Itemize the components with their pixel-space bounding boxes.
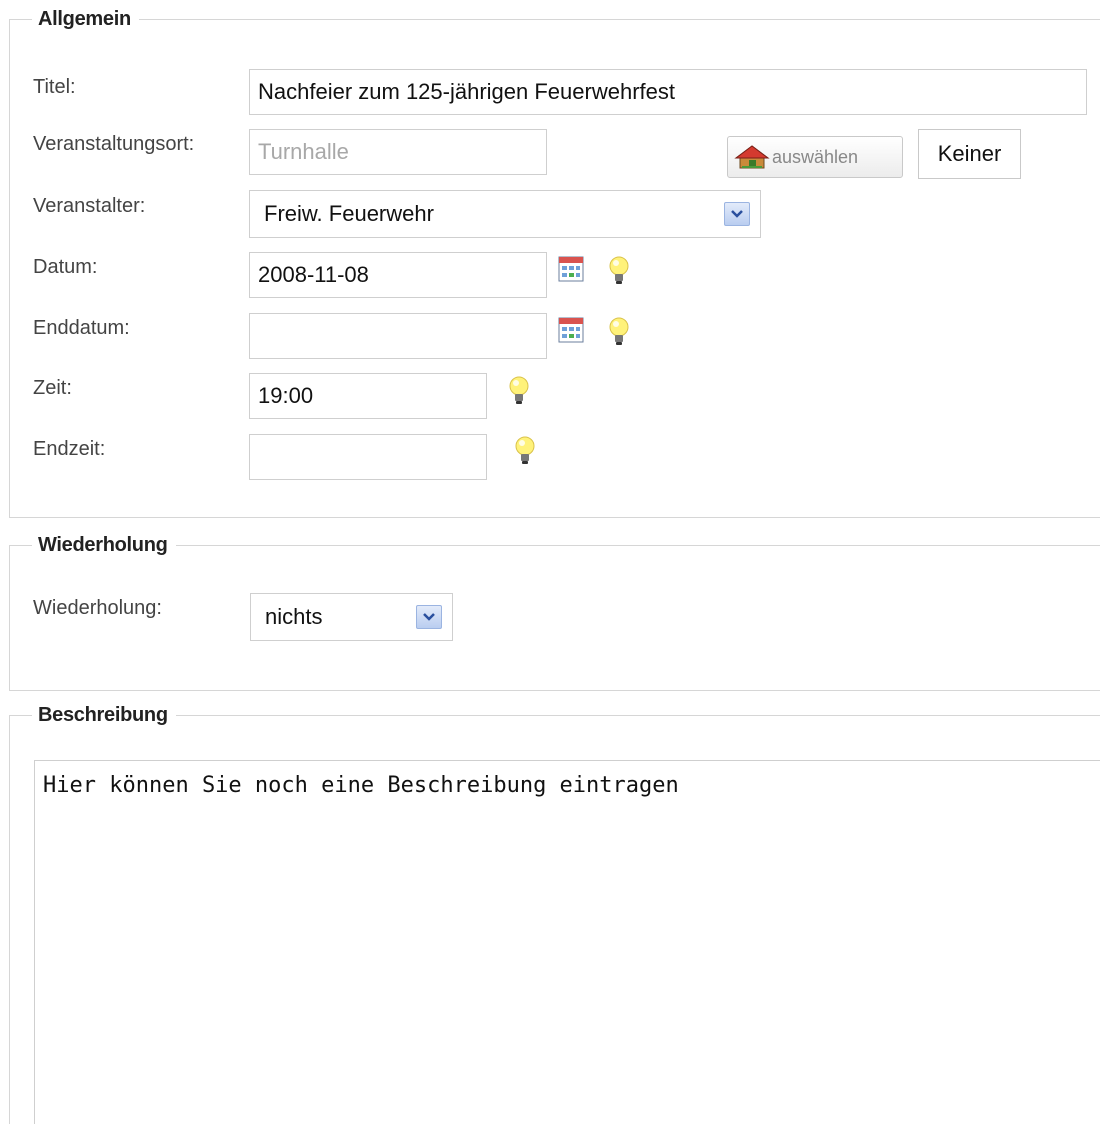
veranstaltungsort-input[interactable]: Turnhalle	[249, 129, 547, 175]
datum-label: Datum:	[33, 256, 98, 278]
wiederholung-label: Wiederholung:	[33, 597, 162, 619]
zeit-input[interactable]: 19:00	[249, 373, 487, 419]
select-button-label: auswählen	[772, 146, 859, 167]
lightbulb-icon	[513, 435, 537, 471]
titel-label: Titel:	[33, 76, 76, 98]
legend-wiederholung: Wiederholung	[38, 534, 168, 556]
fieldset-wiederholung: Wiederholung	[9, 534, 1100, 691]
event-form: Allgemein Titel: Nachfeier zum 125-jähri…	[0, 0, 1100, 1124]
home-icon	[734, 144, 770, 170]
lightbulb-icon	[507, 375, 531, 411]
lightbulb-icon	[607, 255, 631, 291]
titel-input[interactable]: Nachfeier zum 125-jährigen Feuerwehrfest	[249, 69, 1087, 115]
legend-beschreibung: Beschreibung	[38, 704, 168, 726]
veranstalter-select[interactable]: Freiw. Feuerwehr	[249, 190, 761, 238]
veranstaltungsort-select-button[interactable]: auswählen	[727, 136, 903, 178]
calendar-icon[interactable]	[558, 256, 584, 286]
beschreibung-textarea[interactable]: Hier können Sie noch eine Beschreibung e…	[34, 760, 1100, 1124]
datum-input[interactable]: 2008-11-08	[249, 252, 547, 298]
veranstalter-label: Veranstalter:	[33, 195, 146, 217]
lightbulb-icon	[607, 316, 631, 352]
enddatum-label: Enddatum:	[33, 317, 130, 339]
veranstalter-selected: Freiw. Feuerwehr	[264, 201, 434, 226]
wiederholung-selected: nichts	[265, 604, 323, 629]
enddatum-input[interactable]	[249, 313, 547, 359]
endzeit-label: Endzeit:	[33, 438, 106, 460]
legend-allgemein: Allgemein	[38, 8, 131, 30]
chevron-down-icon[interactable]	[416, 605, 442, 629]
veranstaltungsort-label: Veranstaltungsort:	[33, 133, 195, 155]
veranstaltungsort-none-button[interactable]: Keiner	[918, 129, 1021, 179]
calendar-icon[interactable]	[558, 317, 584, 347]
zeit-label: Zeit:	[33, 377, 72, 399]
endzeit-input[interactable]	[249, 434, 487, 480]
chevron-down-icon[interactable]	[724, 202, 750, 226]
wiederholung-select[interactable]: nichts	[250, 593, 453, 641]
